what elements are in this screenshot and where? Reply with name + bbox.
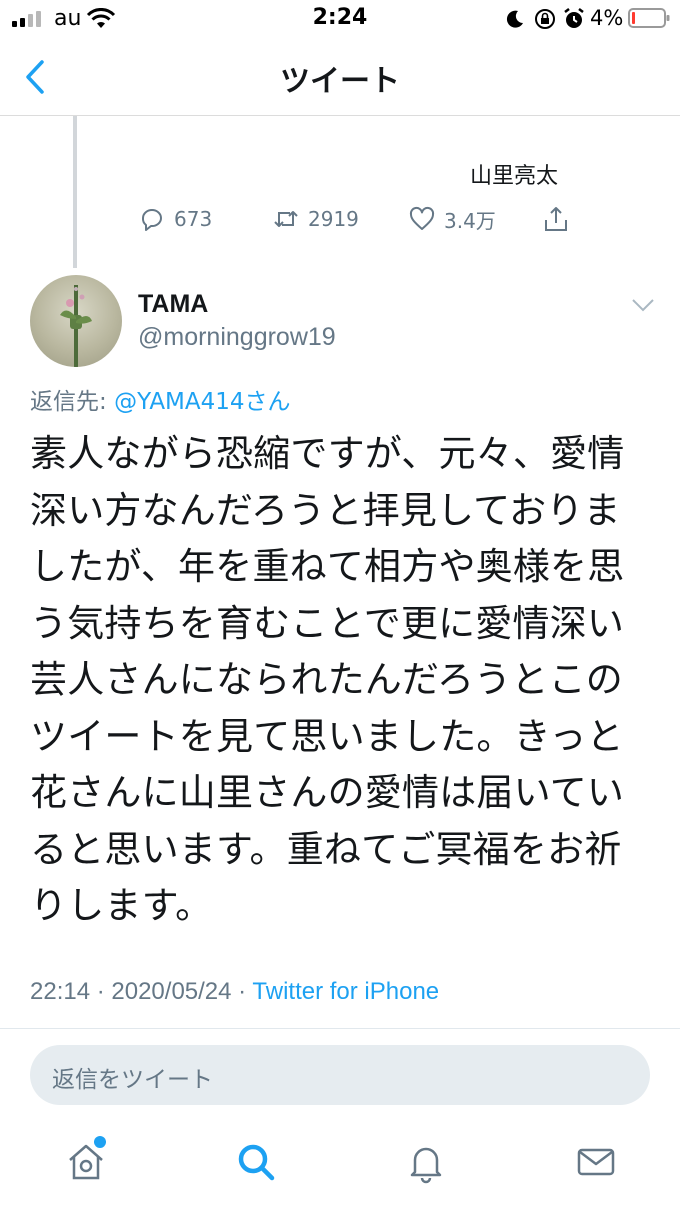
nav-divider: [0, 115, 680, 116]
battery-percent: 4%: [590, 6, 624, 30]
tweet-text: 素人ながら恐縮ですが、元々、愛情深い方なんだろうと拝見しておりましたが、年を重ね…: [30, 432, 625, 927]
reply-action-button[interactable]: 673: [138, 203, 212, 235]
retweet-icon: [274, 211, 298, 227]
tab-notifications[interactable]: [404, 1140, 448, 1184]
tweet-source-link[interactable]: Twitter for iPhone: [252, 978, 439, 1005]
tweet-metadata: 22:14 · 2020/05/24 · Twitter for iPhone: [30, 978, 439, 1006]
chevron-down-icon[interactable]: [630, 296, 656, 314]
like-action-button[interactable]: 3.4万: [408, 203, 496, 235]
search-icon: [238, 1144, 275, 1181]
tab-search[interactable]: [234, 1140, 278, 1184]
battery-icon: [628, 8, 670, 28]
user-handle[interactable]: @morninggrow19: [138, 323, 336, 352]
thread-connector-line: [73, 116, 77, 268]
notifications-icon: [410, 1147, 442, 1184]
do-not-disturb-icon: [506, 10, 523, 28]
reply-input[interactable]: 返信をツイート: [30, 1045, 650, 1105]
alarm-icon: [564, 8, 584, 28]
reply-to-label: 返信先:: [30, 389, 115, 415]
display-name[interactable]: TAMA: [138, 290, 208, 319]
reply-to-line: 返信先: @YAMA414さん: [30, 382, 291, 416]
previous-tweet-author: 山里亮太: [470, 164, 559, 189]
reply-icon: [141, 209, 163, 231]
retweet-action-button[interactable]: 2919: [272, 203, 359, 235]
share-icon: [545, 207, 567, 231]
content-divider: [0, 1028, 680, 1029]
rotation-lock-icon: [535, 9, 555, 29]
new-content-indicator: [94, 1136, 106, 1148]
reply-count: 673: [174, 207, 213, 231]
tab-messages[interactable]: [574, 1140, 618, 1184]
messages-icon: [577, 1148, 615, 1176]
tweet-timestamp: 22:14 · 2020/05/24 ·: [30, 978, 253, 1005]
heart-icon: [409, 206, 435, 230]
page-title: ツイート: [280, 64, 400, 99]
retweet-count: 2919: [308, 207, 359, 231]
like-count: 3.4万: [444, 208, 496, 233]
flower-avatar-image: [60, 285, 92, 367]
reply-to-mention-link[interactable]: @YAMA414さん: [114, 389, 290, 415]
reply-placeholder: 返信をツイート: [52, 1067, 213, 1093]
avatar[interactable]: [30, 275, 122, 367]
status-bar: au 2:24 4%: [0, 0, 680, 38]
share-action-button[interactable]: [542, 203, 578, 235]
